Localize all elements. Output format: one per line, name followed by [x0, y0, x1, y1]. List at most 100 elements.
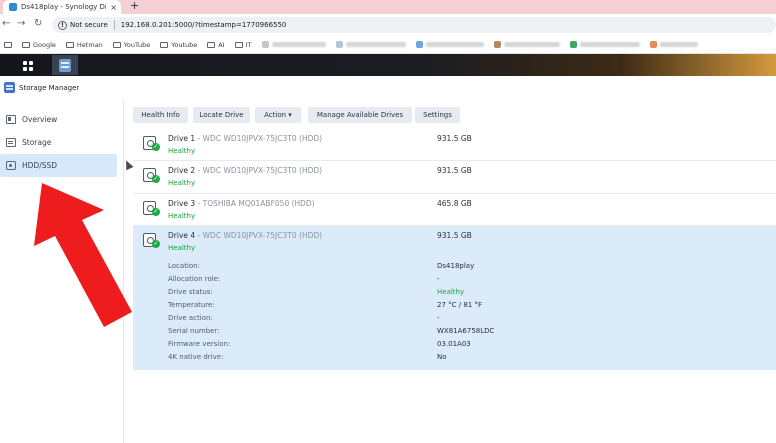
drive-capacity: 931.5 GB	[437, 134, 472, 143]
apps-icon	[4, 41, 12, 48]
window-title: Storage Manager	[19, 83, 80, 92]
blurred-label	[579, 42, 640, 47]
drive-row[interactable]: ✓ Drive 1 - WDC WD10JPVX-75JC3T0 (HDD) H…	[133, 129, 776, 161]
detail-value: 03.01A03	[437, 340, 471, 348]
sidebar: Overview Storage HDD/SSD	[0, 99, 124, 443]
drive-capacity: 931.5 GB	[437, 166, 472, 175]
health-info-button[interactable]: Health Info	[133, 107, 188, 123]
bookmark-apps[interactable]	[4, 41, 12, 48]
folder-icon	[160, 41, 169, 48]
bookmark-folder[interactable]: AI	[207, 40, 225, 49]
bookmark-favicon-icon	[335, 41, 343, 48]
detail-label: Drive action:	[168, 314, 213, 322]
bookmark-favicon-icon	[415, 41, 423, 48]
drive-row[interactable]: ✓ Drive 3 - TOSHIBA MQ01ABF050 (HDD) Hea…	[133, 194, 776, 226]
close-tab-icon[interactable]: ×	[110, 3, 117, 12]
folder-icon	[112, 41, 121, 48]
drive-row[interactable]: ✓ Drive 2 - WDC WD10JPVX-75JC3T0 (HDD) H…	[133, 161, 776, 194]
back-icon[interactable]: ←	[2, 18, 10, 29]
url-text: 192.168.0.201:5000/?timestamp=1770966550	[120, 21, 287, 29]
drive-status: Healthy	[168, 212, 196, 220]
folder-icon	[22, 41, 30, 48]
blurred-bookmark[interactable]	[569, 41, 640, 48]
detail-label: Allocation role:	[168, 275, 221, 283]
bookmark-favicon-icon	[493, 41, 501, 48]
detail-label: 4K native drive:	[168, 353, 224, 361]
blurred-bookmark[interactable]	[261, 41, 326, 48]
address-bar[interactable]: ! Not secure 192.168.0.201:5000/?timesta…	[52, 17, 776, 33]
drive-name: Drive 3 - TOSHIBA MQ01ABF050 (HDD)	[168, 199, 315, 208]
blurred-bookmark[interactable]	[335, 41, 406, 48]
bookmark-favicon-icon	[569, 41, 577, 48]
bookmark-folder[interactable]: YouTube	[112, 40, 151, 49]
sidebar-item-storage[interactable]: Storage	[0, 131, 117, 154]
browser-tab[interactable]: Ds418play - Synology DiskStati... ×	[3, 0, 121, 14]
main-menu-button[interactable]	[10, 57, 46, 74]
new-tab-button[interactable]: +	[130, 0, 139, 12]
drive-status: Healthy	[168, 244, 196, 252]
manage-available-drives-button[interactable]: Manage Available Drives	[308, 107, 412, 123]
storage-manager-app-icon	[4, 82, 15, 93]
bookmark-folder[interactable]: Google	[22, 41, 56, 49]
window-titlebar: Storage Manager	[0, 76, 776, 99]
detail-label: Serial number:	[168, 327, 220, 335]
detail-value: -	[437, 275, 440, 283]
drive-name: Drive 4 - WDC WD10JPVX-75JC3T0 (HDD)	[168, 231, 323, 240]
detail-value: 27 °C / 81 °F	[437, 301, 482, 309]
bookmark-label: AI	[218, 40, 225, 49]
drive-status: Healthy	[168, 179, 196, 187]
storage-manager-icon	[59, 58, 71, 72]
folder-icon	[65, 41, 74, 48]
sidebar-item-hdd-ssd[interactable]: HDD/SSD	[0, 154, 117, 177]
drive-name: Drive 1 - WDC WD10JPVX-75JC3T0 (HDD)	[168, 134, 323, 143]
security-indicator[interactable]: ! Not secure	[58, 20, 108, 30]
action-dropdown-button[interactable]: Action ▾	[255, 107, 301, 123]
detail-label: Drive status:	[168, 288, 213, 296]
detail-value: Ds418play	[437, 262, 475, 270]
bookmark-folder[interactable]: IT	[234, 41, 252, 49]
blurred-label	[503, 42, 560, 47]
drive-capacity: 931.5 GB	[437, 231, 472, 240]
bookmark-folder[interactable]: Youtube	[160, 41, 197, 49]
check-icon: ✓	[152, 208, 160, 216]
detail-value: No	[437, 353, 447, 361]
storage-icon	[6, 138, 16, 147]
bookmark-favicon-icon	[649, 41, 657, 48]
blurred-label	[659, 42, 698, 47]
locate-drive-button[interactable]: Locate Drive	[193, 107, 250, 123]
check-icon: ✓	[152, 240, 160, 248]
bookmark-folder[interactable]: Hetman	[65, 40, 103, 49]
detail-value: -	[437, 314, 440, 322]
bookmark-favicon-icon	[261, 41, 269, 48]
drive-status: Healthy	[168, 147, 196, 155]
folder-icon	[207, 41, 216, 48]
blurred-bookmark[interactable]	[493, 41, 560, 48]
settings-button[interactable]: Settings	[415, 107, 460, 123]
blurred-bookmark[interactable]	[649, 41, 698, 48]
bookmark-label: Hetman	[76, 40, 103, 49]
grid-icon	[23, 60, 33, 71]
sidebar-item-label: Storage	[22, 138, 52, 147]
warning-icon: !	[58, 20, 67, 30]
divider	[113, 20, 115, 30]
bookmark-label: Google	[33, 40, 56, 49]
not-secure-label: Not secure	[70, 21, 108, 29]
folder-icon	[234, 41, 243, 48]
sidebar-item-label: HDD/SSD	[22, 161, 58, 170]
blurred-bookmark[interactable]	[415, 41, 484, 48]
detail-label: Location:	[168, 262, 200, 270]
bookmarks-bar: Google Hetman YouTube Youtube AI IT	[0, 36, 776, 54]
overview-icon	[6, 115, 16, 124]
screen: Ds418play - Synology DiskStati... × + ← …	[0, 0, 776, 443]
blurred-label	[425, 42, 484, 47]
hdd-icon	[6, 161, 16, 170]
reload-icon[interactable]: ↻	[34, 18, 42, 29]
bookmark-label: YouTube	[123, 40, 151, 49]
blurred-label	[345, 42, 406, 47]
mouse-cursor-icon	[122, 158, 134, 171]
sidebar-item-overview[interactable]: Overview	[0, 108, 117, 131]
forward-icon[interactable]: →	[17, 18, 25, 29]
taskbar-storage-manager[interactable]	[52, 55, 78, 75]
drive-row-selected[interactable]: ✓ Drive 4 - WDC WD10JPVX-75JC3T0 (HDD) H…	[133, 226, 776, 370]
browser-tab-strip: Ds418play - Synology DiskStati... × +	[0, 0, 776, 14]
